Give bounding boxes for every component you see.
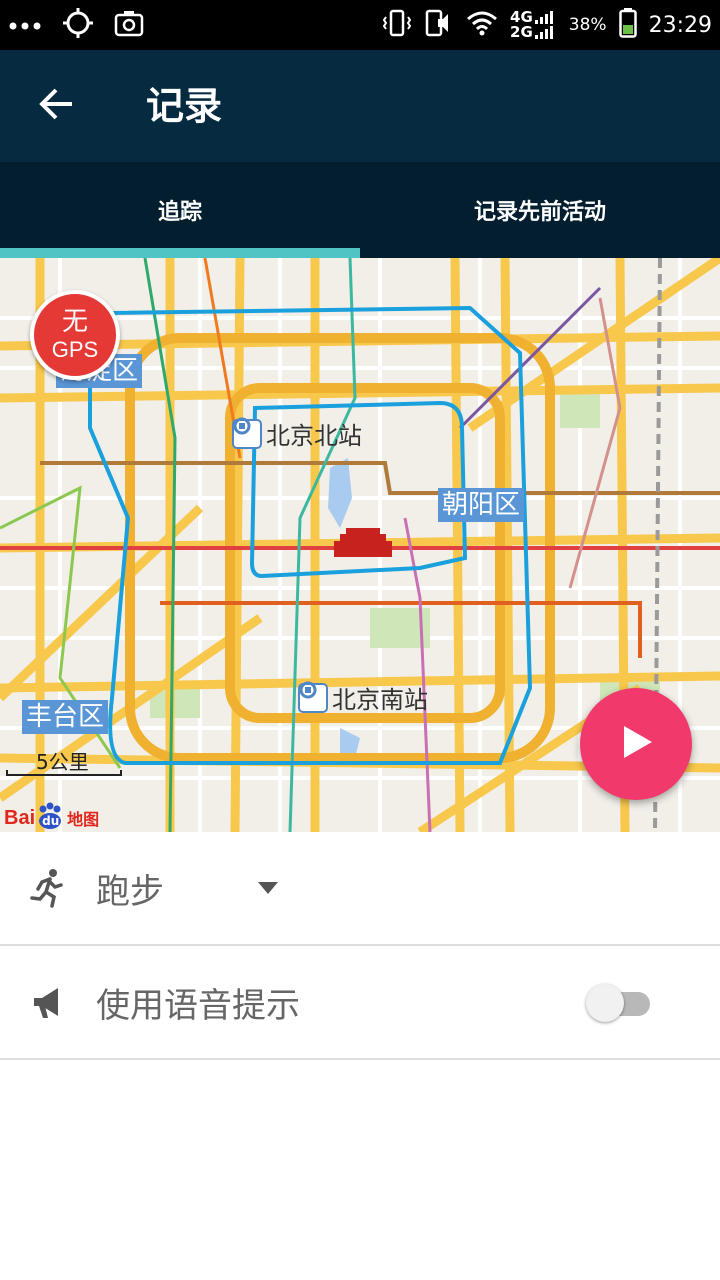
signal-icon: 4G 2G — [510, 10, 557, 40]
voice-prompt-toggle[interactable] — [586, 982, 652, 1022]
running-person-icon — [26, 866, 70, 910]
voice-prompt-label: 使用语音提示 — [96, 985, 300, 1026]
location-target-icon — [62, 7, 94, 43]
status-bar: 4G 2G 38% 23:29 — [0, 0, 720, 50]
arrow-left-icon — [38, 88, 74, 124]
tab-label: 记录先前活动 — [473, 200, 606, 225]
tab-label: 追踪 — [157, 200, 202, 225]
scale-bar — [6, 770, 122, 776]
megaphone-icon — [26, 980, 70, 1024]
district-label-chaoyang: 朝阳区 — [438, 488, 525, 522]
map-scale: 5公里 — [6, 742, 122, 776]
station-label-north: 北京北站 — [232, 416, 362, 451]
dropdown-arrow-icon[interactable] — [258, 882, 278, 894]
battery-icon — [618, 8, 637, 42]
gps-status-line1: 无 — [61, 307, 88, 337]
train-station-icon — [298, 681, 328, 713]
station-label-south: 北京南站 — [298, 680, 428, 715]
activity-type-row[interactable]: 跑步 — [0, 832, 720, 946]
station-name: 北京南站 — [332, 686, 428, 714]
station-name: 北京北站 — [266, 422, 362, 450]
toggle-thumb — [586, 984, 624, 1022]
tab-indicator — [0, 248, 360, 258]
wifi-icon — [466, 10, 498, 40]
tab-bar: 追踪 记录先前活动 — [0, 162, 720, 258]
baidu-map-logo: Bai du 地图 — [4, 796, 99, 830]
logo-text-map: 地图 — [67, 810, 100, 829]
voice-prompt-row[interactable]: 使用语音提示 — [0, 946, 720, 1060]
paw-icon: du — [36, 802, 64, 830]
app-bar: 记录 — [0, 50, 720, 162]
district-label-fengtai: 丰台区 — [22, 700, 109, 734]
battery-percent: 38% — [568, 15, 607, 35]
vibrate-icon — [382, 8, 412, 42]
clock: 23:29 — [648, 12, 712, 38]
gps-status-line2: GPS — [51, 337, 99, 362]
network-type-bottom: 2G — [510, 23, 533, 41]
activity-type-label: 跑步 — [96, 871, 164, 912]
back-button[interactable] — [28, 78, 84, 134]
screenshot-icon — [114, 9, 144, 41]
more-dots-icon — [8, 16, 42, 35]
tab-record-previous[interactable]: 记录先前活动 — [360, 162, 720, 258]
tab-tracking[interactable]: 追踪 — [0, 162, 360, 258]
start-tracking-button[interactable] — [580, 688, 692, 800]
train-station-icon — [232, 417, 262, 449]
play-icon — [616, 722, 656, 766]
gps-status-badge: 无 GPS — [30, 290, 120, 380]
silent-speaker-icon — [424, 8, 454, 42]
logo-text-du: du — [42, 814, 60, 828]
page-title: 记录 — [146, 84, 223, 128]
logo-text-bai: Bai — [4, 807, 36, 829]
